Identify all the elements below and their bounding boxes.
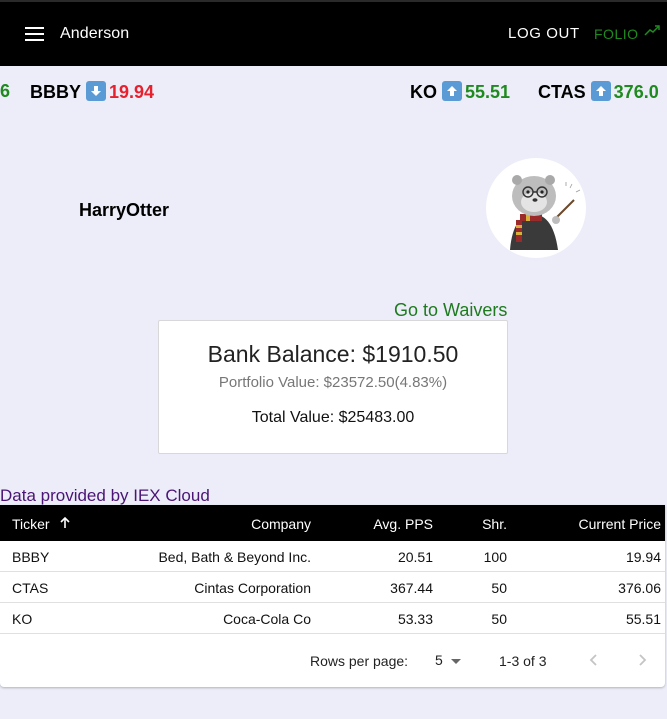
iex-cloud-link[interactable]: Data provided by IEX Cloud [0, 486, 210, 506]
ticker-symbol: CTAS [538, 82, 586, 102]
cell-current-price: 19.94 [625, 549, 661, 565]
ticker-item: CTAS 376.0 [538, 81, 659, 103]
ticker-price: 6 [0, 81, 11, 101]
bank-balance: Bank Balance: $1910.50 [207, 341, 459, 367]
rows-per-page-select[interactable]: 5 [435, 652, 443, 668]
ticker-price: 19.94 [109, 82, 155, 102]
table-row[interactable]: BBBY Bed, Bath & Beyond Inc. 20.51 100 1… [0, 541, 665, 572]
cell-company: Bed, Bath & Beyond Inc. [158, 549, 311, 565]
menu-icon[interactable] [25, 27, 44, 41]
cell-avg-pps: 53.33 [397, 611, 433, 627]
cell-avg-pps: 367.44 [390, 580, 433, 596]
table-pagination: Rows per page: 5 1-3 of 3 [0, 635, 665, 687]
column-header-company[interactable]: Company [251, 516, 311, 532]
ticker-item: KO 55.51 [410, 81, 510, 103]
arrow-up-icon [590, 81, 611, 101]
column-header-ticker[interactable]: Ticker [12, 516, 50, 532]
cell-current-price: 376.06 [618, 580, 661, 596]
cell-company: Cintas Corporation [194, 580, 311, 596]
stock-ticker: 6 BBBY 19.94 KO 55.51 CTAS 376.0 [0, 66, 667, 116]
brand-logo-text[interactable]: FOLIO [594, 26, 639, 42]
avatar [486, 158, 586, 258]
username: HarryOtter [79, 200, 170, 220]
cell-ticker: KO [12, 611, 33, 627]
sort-ascending-icon[interactable] [59, 516, 71, 529]
table-row[interactable]: CTAS Cintas Corporation 367.44 50 376.06 [0, 572, 665, 603]
holdings-table: Ticker Company Avg. PPS Shr. Current Pri… [0, 505, 665, 687]
ticker-symbol: KO [410, 82, 437, 102]
chevron-left-icon[interactable] [583, 649, 605, 671]
column-header-current-price[interactable]: Current Price [579, 516, 661, 532]
cell-current-price: 55.51 [625, 611, 661, 627]
arrow-down-icon [86, 81, 107, 101]
ticker-symbol: BBBY [30, 82, 82, 102]
portfolio-value: Portfolio Value: $23572.50(4.83%) [218, 374, 448, 391]
cell-shares: 100 [483, 549, 507, 565]
balance-card: Bank Balance: $1910.50 Portfolio Value: … [158, 320, 508, 454]
logout-button[interactable]: LOG OUT [508, 25, 580, 42]
cell-ticker: CTAS [12, 580, 49, 596]
app-bar: Anderson LOG OUT FOLIO [0, 0, 667, 66]
cell-shares: 50 [491, 611, 507, 627]
pagination-range: 1-3 of 3 [499, 653, 547, 669]
ticker-price: 376.0 [613, 82, 659, 102]
app-bar-top-border [0, 0, 667, 2]
column-header-shares[interactable]: Shr. [482, 516, 507, 532]
chevron-down-icon[interactable] [451, 659, 461, 664]
column-header-avg-pps[interactable]: Avg. PPS [373, 516, 433, 532]
cell-avg-pps: 20.51 [397, 549, 433, 565]
table-row[interactable]: KO Coca-Cola Co 53.33 50 55.51 [0, 603, 665, 634]
ticker-item: 6 [0, 81, 10, 102]
ticker-item: BBBY 19.94 [30, 81, 154, 103]
cell-shares: 50 [491, 580, 507, 596]
otter-wizard-avatar [510, 175, 581, 250]
chevron-right-icon[interactable] [631, 649, 653, 671]
table-header: Ticker Company Avg. PPS Shr. Current Pri… [0, 505, 665, 541]
ticker-price: 55.51 [465, 82, 511, 102]
cell-ticker: BBBY [12, 549, 50, 565]
rows-per-page-label: Rows per page: [310, 653, 409, 669]
cell-company: Coca-Cola Co [223, 611, 311, 627]
total-value: Total Value: $25483.00 [251, 409, 415, 426]
app-title: Anderson [60, 25, 130, 42]
arrow-up-icon [442, 81, 462, 101]
waivers-link[interactable]: Go to Waivers [394, 300, 507, 321]
trending-up-icon [644, 25, 660, 36]
